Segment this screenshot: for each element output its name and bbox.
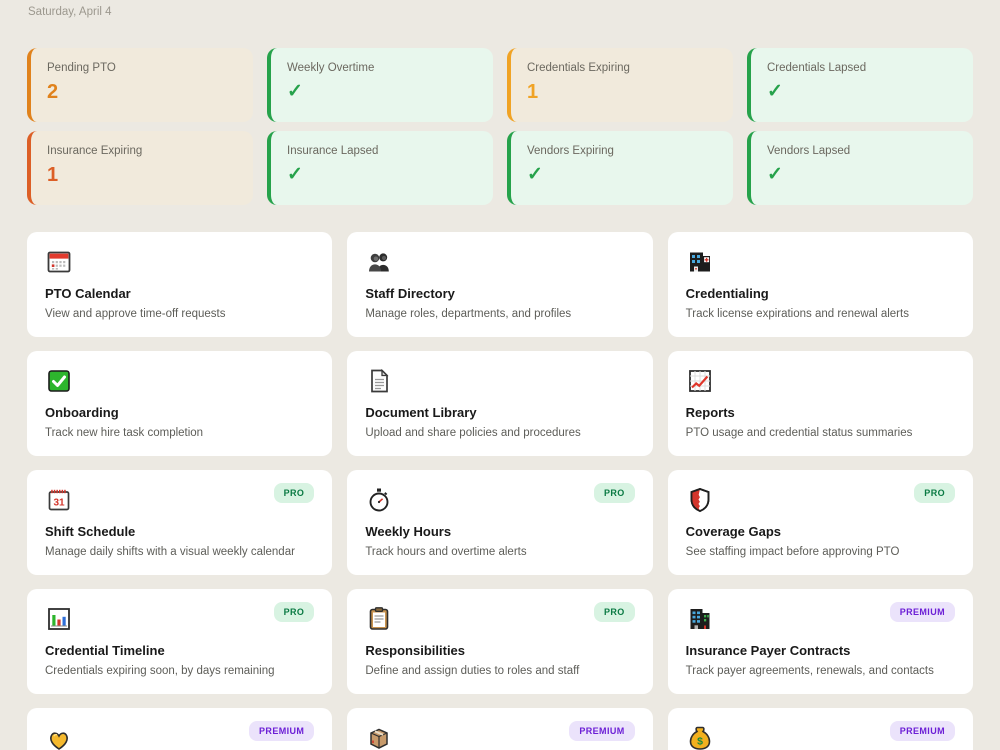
status-card-vendors-expiring[interactable]: Vendors Expiring ✓ [507, 131, 733, 205]
card-description: Track license expirations and renewal al… [685, 308, 909, 320]
check-icon: ✓ [287, 81, 303, 102]
card-description: Track new hire task completion [45, 427, 204, 439]
dashboard: { "page": { "date": "Saturday, April 4" … [0, 6, 1000, 750]
plan-badge-pro: PRO [593, 602, 635, 622]
card-description: See staffing impact before approving PTO [685, 546, 900, 558]
status-label: Insurance Lapsed [287, 145, 379, 157]
status-label: Insurance Expiring [47, 145, 143, 157]
card-title: Weekly Hours [365, 524, 452, 539]
card-description: Manage roles, departments, and profiles [365, 308, 572, 320]
card-title: Responsibilities [365, 643, 466, 658]
card-description: View and approve time-off requests [45, 308, 226, 320]
plan-badge-premium: PREMIUM [569, 721, 635, 741]
check-icon: ✓ [287, 164, 303, 185]
calendar-icon [45, 248, 73, 276]
card-title: PTO Calendar [45, 286, 131, 301]
status-card-credentials-expiring[interactable]: Credentials Expiring 1 [507, 48, 733, 122]
card-description: PTO usage and credential status summarie… [685, 427, 913, 439]
shield-icon [686, 486, 714, 514]
status-grid: Pending PTO 2 Weekly Overtime ✓ Credenti… [27, 48, 973, 205]
calendar-31-icon: 31 [45, 486, 73, 514]
gold-heart-icon [45, 724, 73, 750]
card-title: Insurance Payer Contracts [685, 643, 851, 658]
card-partial[interactable]: PREMIUM [347, 708, 653, 750]
card-description: Manage daily shifts with a visual weekly… [45, 546, 295, 558]
card-coverage-gaps[interactable]: Coverage Gaps See staffing impact before… [667, 470, 973, 575]
check-icon: ✓ [527, 164, 543, 185]
office-building-icon [686, 605, 714, 633]
svg-text:31: 31 [53, 498, 65, 509]
card-shift-schedule[interactable]: 31 Shift Schedule Manage daily shifts wi… [27, 470, 333, 575]
status-count: 1 [527, 81, 539, 103]
status-count: 1 [47, 164, 59, 186]
status-card-vendors-lapsed[interactable]: Vendors Lapsed ✓ [747, 131, 973, 205]
clipboard-icon [365, 605, 393, 633]
card-title: Staff Directory [365, 286, 455, 301]
plan-badge-pro: PRO [273, 483, 315, 503]
card-document-library[interactable]: Document Library Upload and share polici… [347, 351, 653, 456]
plan-badge-premium: PREMIUM [889, 602, 955, 622]
card-partial[interactable]: $ PREMIUM [667, 708, 973, 750]
card-staff-directory[interactable]: Staff Directory Manage roles, department… [347, 232, 653, 337]
status-label: Vendors Lapsed [767, 145, 851, 157]
status-count: 2 [47, 81, 59, 103]
money-bag-icon: $ [686, 724, 714, 750]
package-icon [365, 724, 393, 750]
status-card-insurance-expiring[interactable]: Insurance Expiring 1 [27, 131, 253, 205]
card-credential-timeline[interactable]: Credential Timeline Credentials expiring… [27, 589, 333, 694]
card-title: Credential Timeline [45, 643, 165, 658]
hospital-icon [686, 248, 714, 276]
status-label: Weekly Overtime [287, 62, 375, 74]
card-title: Coverage Gaps [685, 524, 782, 539]
card-title: Onboarding [45, 405, 119, 420]
card-title: Reports [685, 405, 735, 420]
page-icon [365, 367, 393, 395]
card-title: Credentialing [685, 286, 769, 301]
feature-grid: PTO Calendar View and approve time-off r… [27, 232, 973, 750]
status-card-credentials-lapsed[interactable]: Credentials Lapsed ✓ [747, 48, 973, 122]
status-label: Credentials Expiring [527, 62, 630, 74]
status-card-insurance-lapsed[interactable]: Insurance Lapsed ✓ [267, 131, 493, 205]
plan-badge-pro: PRO [914, 483, 955, 503]
card-title: Shift Schedule [45, 524, 136, 539]
status-label: Vendors Expiring [527, 145, 614, 157]
card-weekly-hours[interactable]: Weekly Hours Track hours and overtime al… [347, 470, 653, 575]
card-title: Document Library [365, 405, 477, 420]
card-description: Track hours and overtime alerts [365, 546, 527, 558]
plan-badge-premium: PREMIUM [249, 721, 315, 741]
check-icon: ✓ [767, 164, 783, 185]
plan-badge-premium: PREMIUM [889, 721, 955, 741]
check-square-icon [45, 367, 73, 395]
status-card-weekly-overtime[interactable]: Weekly Overtime ✓ [267, 48, 493, 122]
plan-badge-pro: PRO [273, 602, 315, 622]
plan-badge-pro: PRO [593, 483, 635, 503]
card-reports[interactable]: Reports PTO usage and credential status … [667, 351, 973, 456]
card-description: Track payer agreements, renewals, and co… [685, 665, 934, 677]
stopwatch-icon [365, 486, 393, 514]
card-partial[interactable]: PREMIUM [27, 708, 333, 750]
bar-chart-icon [45, 605, 73, 633]
card-description: Credentials expiring soon, by days remai… [45, 665, 275, 677]
card-description: Define and assign duties to roles and st… [365, 665, 580, 677]
status-card-pending-pto[interactable]: Pending PTO 2 [27, 48, 253, 122]
status-label: Credentials Lapsed [767, 62, 867, 74]
card-insurance-payer-contracts[interactable]: Insurance Payer Contracts Track payer ag… [667, 589, 973, 694]
svg-text:$: $ [697, 736, 703, 748]
date-label: Saturday, April 4 [28, 6, 112, 18]
card-pto-calendar[interactable]: PTO Calendar View and approve time-off r… [27, 232, 333, 337]
check-icon: ✓ [767, 81, 783, 102]
card-responsibilities[interactable]: Responsibilities Define and assign dutie… [347, 589, 653, 694]
card-credentialing[interactable]: Credentialing Track license expirations … [667, 232, 973, 337]
card-onboarding[interactable]: Onboarding Track new hire task completio… [27, 351, 333, 456]
status-label: Pending PTO [47, 62, 116, 74]
card-description: Upload and share policies and procedures [365, 427, 581, 439]
people-icon [365, 248, 393, 276]
chart-line-icon [686, 367, 714, 395]
